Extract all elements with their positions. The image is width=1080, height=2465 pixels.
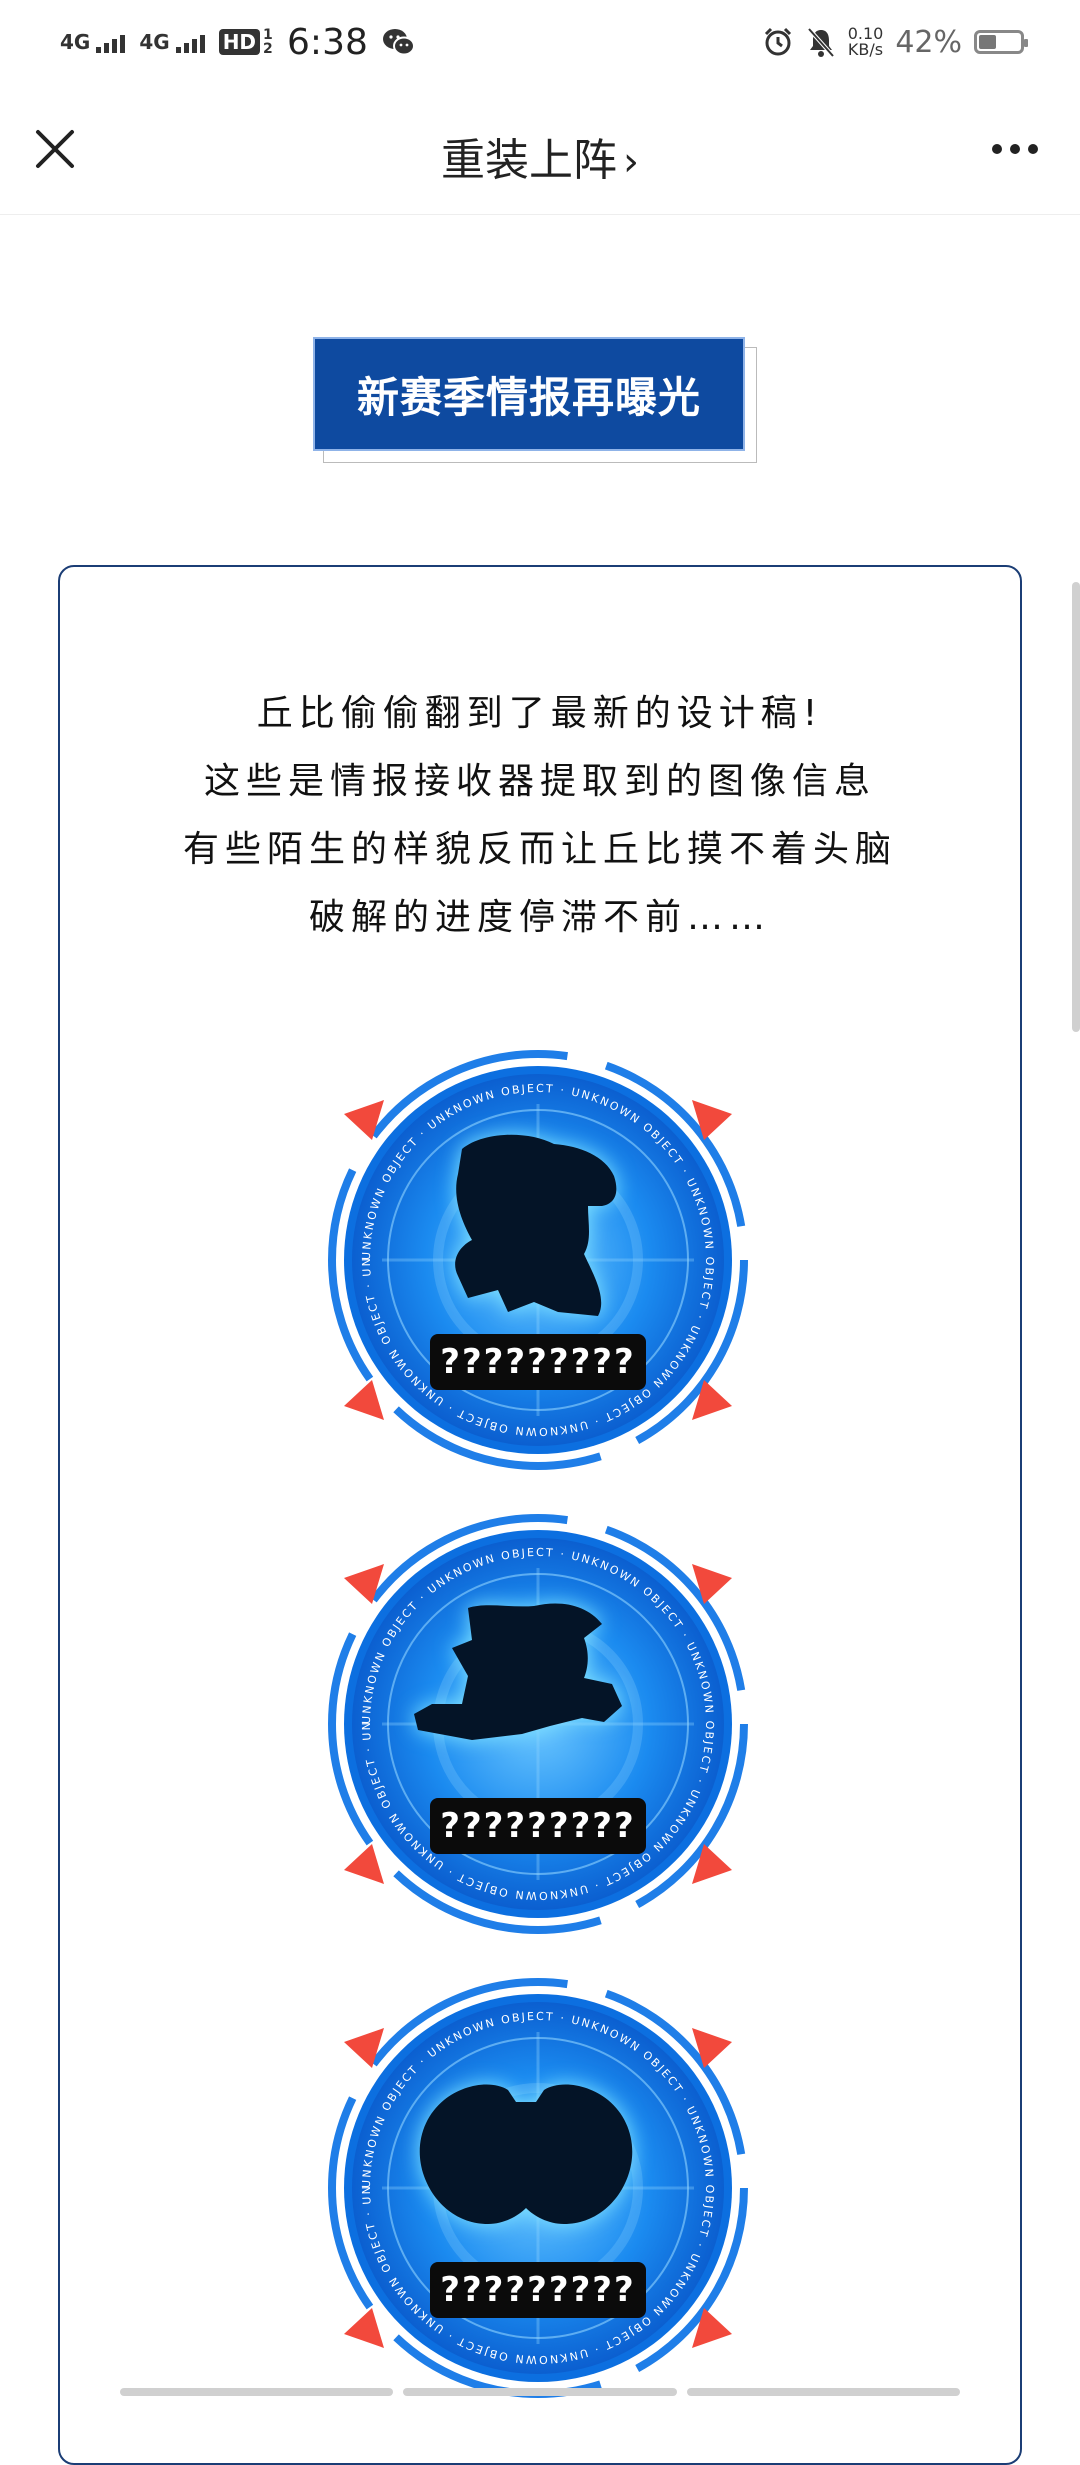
corner-arrow-icon <box>344 2308 384 2348</box>
network-type: 4G <box>60 30 91 54</box>
unknown-unit-card: UNKNOWN OBJECT · UNKNOWN OBJECT · UNKNOW… <box>322 1508 754 1940</box>
unknown-label: ????????? <box>430 2262 646 2318</box>
clock: 6:38 <box>287 21 368 63</box>
signal-icon <box>175 31 205 53</box>
net-speed-unit: KB/s <box>847 40 884 59</box>
banner-title: 新赛季情报再曝光 <box>313 337 745 451</box>
wechat-icon <box>382 29 415 56</box>
unknown-label: ????????? <box>430 1334 646 1390</box>
battery-icon <box>974 30 1028 54</box>
more-dot-icon <box>992 144 1002 154</box>
net-speed: 0.10 KB/s <box>848 26 884 58</box>
unit-emblem: UNKNOWN OBJECT · UNKNOWN OBJECT · UNKNOW… <box>322 1972 748 2398</box>
scrollbar[interactable] <box>1072 582 1080 1032</box>
intro-line: 丘比偷偷翻到了最新的设计稿! <box>256 693 824 734</box>
signal-icon <box>96 31 126 53</box>
corner-arrow-icon <box>344 1380 384 1420</box>
signal-2: 4G <box>139 30 205 54</box>
indicator-segment <box>120 2388 394 2396</box>
page-title-text: 重装上阵 <box>441 135 617 186</box>
alarm-icon <box>764 27 791 56</box>
battery-percent: 42% <box>895 24 962 60</box>
more-button[interactable] <box>980 124 1050 174</box>
intro-line: 有些陌生的样貌反而让丘比摸不着头脑 <box>182 829 897 870</box>
indicator-segment <box>686 2388 960 2396</box>
unknown-label: ????????? <box>430 1798 646 1854</box>
network-type: 4G <box>139 30 170 54</box>
more-dot-icon <box>1010 144 1020 154</box>
hd-sub-label: 1 2 <box>263 27 273 57</box>
signal-1: 4G <box>60 30 126 54</box>
round-silhouette <box>419 2084 633 2224</box>
hd-label: HD <box>218 29 261 55</box>
intro-line: 破解的进度停滞不前…… <box>308 897 771 938</box>
chevron-right-icon: › <box>623 139 639 185</box>
unit-emblem: UNKNOWN OBJECT · UNKNOWN OBJECT · UNKNOW… <box>322 1044 748 1470</box>
mute-bell-icon <box>807 27 835 58</box>
hd-indicator: HD 1 2 <box>218 27 273 57</box>
unit-emblem: UNKNOWN OBJECT · UNKNOWN OBJECT · UNKNOW… <box>322 1508 748 1934</box>
bottom-indicator <box>120 2388 960 2396</box>
more-dot-icon <box>1028 144 1038 154</box>
intro-text: 丘比偷偷翻到了最新的设计稿! 这些是情报接收器提取到的图像信息 有些陌生的样貌反… <box>0 680 1080 952</box>
corner-arrow-icon <box>344 1844 384 1884</box>
unknown-unit-card: UNKNOWN OBJECT · UNKNOWN OBJECT · UNKNOW… <box>322 1044 754 1476</box>
unknown-unit-card: UNKNOWN OBJECT · UNKNOWN OBJECT · UNKNOW… <box>322 1972 754 2404</box>
title-bar: 重装上阵 › <box>0 84 1080 215</box>
indicator-segment <box>403 2388 677 2396</box>
page-title[interactable]: 重装上阵 › <box>0 124 1080 188</box>
intro-line: 这些是情报接收器提取到的图像信息 <box>203 761 876 802</box>
status-bar: 4G 4G HD 1 2 6:38 0.10 KB/s 42% <box>0 0 1080 84</box>
section-banner: 新赛季情报再曝光 <box>313 337 757 463</box>
